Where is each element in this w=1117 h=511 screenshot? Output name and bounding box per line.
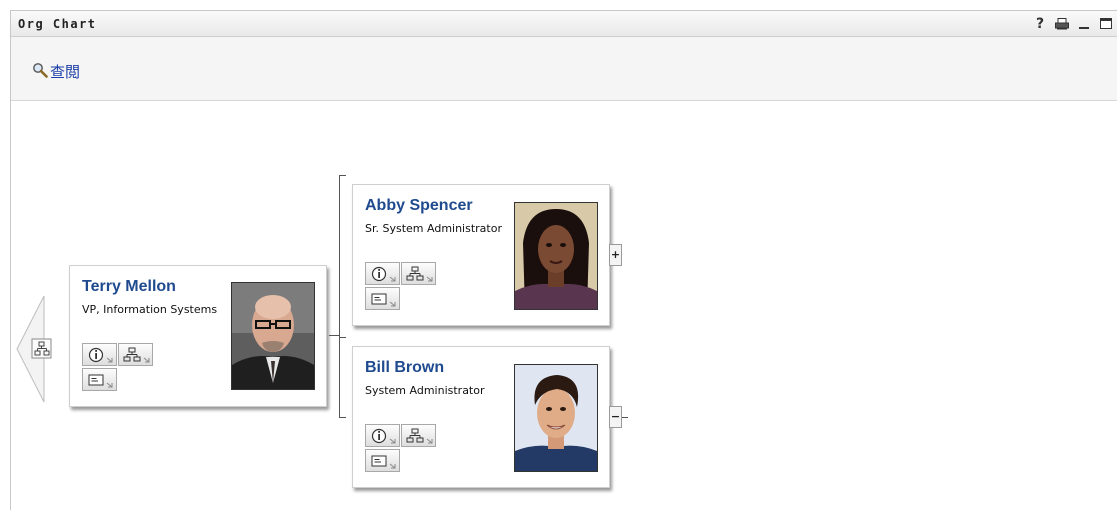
info-icon [371, 266, 396, 282]
person-card-terry-mellon: Terry Mellon VP, Information Systems [69, 265, 327, 407]
person-card-abby-spencer: Abby Spencer Sr. System Administrator [352, 184, 610, 326]
expand-reports-button[interactable]: + [609, 244, 622, 266]
portlet-title: Org Chart [18, 17, 97, 31]
email-icon [371, 293, 396, 307]
collapse-reports-button[interactable]: − [609, 406, 622, 428]
portlet-titlebar: Org Chart ? [11, 11, 1117, 37]
email-icon [371, 455, 396, 469]
org-chart-icon [123, 347, 150, 363]
person-name[interactable]: Bill Brown [365, 359, 444, 377]
info-button[interactable] [365, 262, 400, 285]
email-button[interactable] [82, 368, 117, 391]
person-title: Sr. System Administrator [365, 222, 502, 235]
titlebar-controls: ? [1029, 14, 1117, 34]
person-photo [514, 202, 598, 310]
org-chart-canvas: Terry Mellon VP, Information Systems Abb… [11, 101, 1117, 511]
maximize-icon[interactable] [1095, 14, 1117, 34]
person-photo [231, 282, 315, 390]
person-title: VP, Information Systems [82, 303, 218, 316]
org-chart-icon [406, 266, 433, 282]
info-icon [371, 428, 396, 444]
person-title: System Administrator [365, 384, 485, 397]
lookup-link[interactable]: 查閲 [32, 61, 80, 82]
org-chart-icon [406, 428, 433, 444]
connector-line [329, 335, 339, 336]
email-icon [88, 374, 113, 388]
help-icon[interactable]: ? [1029, 14, 1051, 34]
magnifier-icon [32, 62, 48, 82]
org-chart-button[interactable] [401, 262, 436, 285]
minimize-icon[interactable] [1073, 14, 1095, 34]
view-manager-arrow[interactable] [16, 295, 71, 403]
reports-bracket-lower [339, 335, 346, 418]
connector-line [622, 417, 628, 418]
print-icon[interactable] [1051, 14, 1073, 34]
org-chart-portlet: Org Chart ? 查閲 Terry Mellon VP, Informat… [10, 10, 1117, 510]
email-button[interactable] [365, 449, 400, 472]
org-chart-button[interactable] [401, 424, 436, 447]
info-button[interactable] [365, 424, 400, 447]
info-icon [88, 347, 113, 363]
info-button[interactable] [82, 343, 117, 366]
person-name[interactable]: Abby Spencer [365, 197, 473, 215]
portlet-toolbar: 查閲 [11, 37, 1117, 101]
org-chart-button[interactable] [118, 343, 153, 366]
person-card-bill-brown: Bill Brown System Administrator [352, 346, 610, 488]
lookup-label: 查閲 [50, 63, 81, 81]
email-button[interactable] [365, 287, 400, 310]
person-name[interactable]: Terry Mellon [82, 278, 176, 296]
reports-bracket [339, 175, 346, 338]
person-photo [514, 364, 598, 472]
